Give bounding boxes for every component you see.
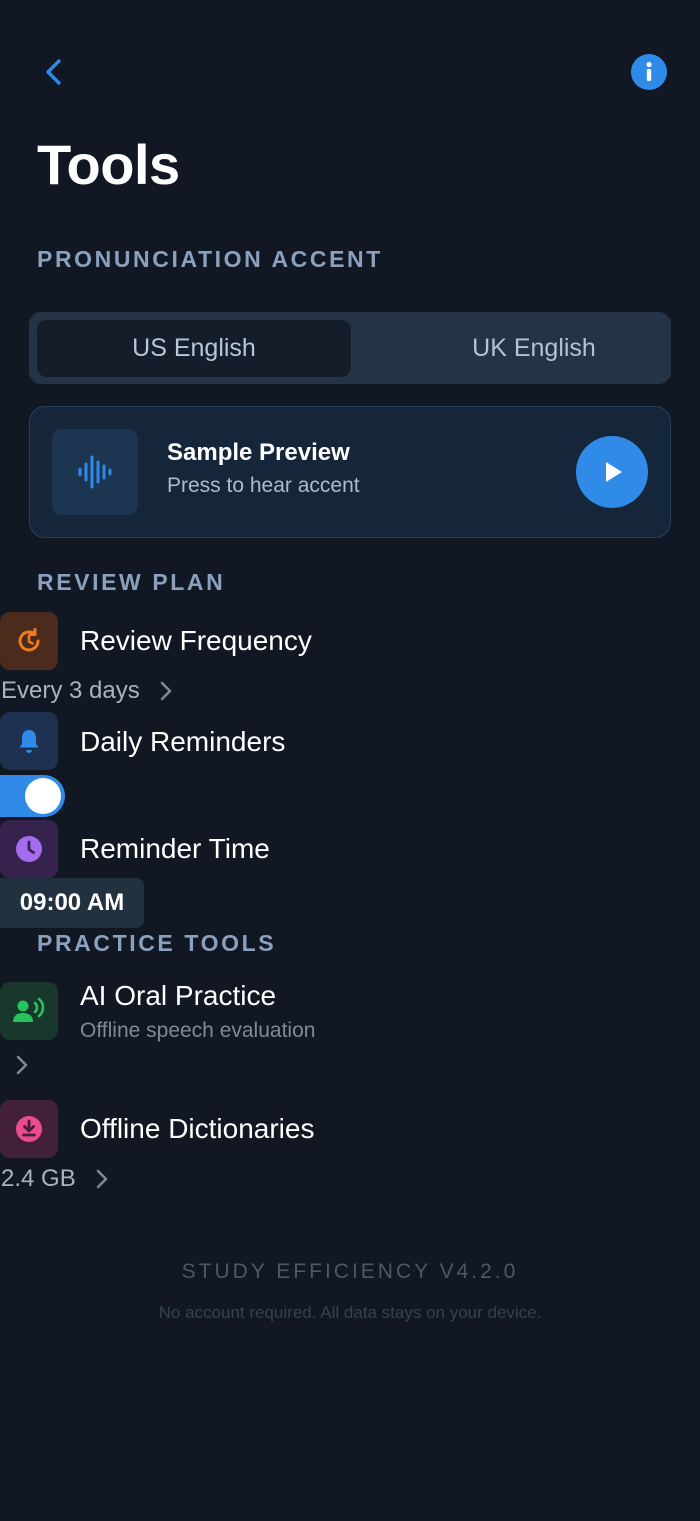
review-frequency-row[interactable]: Every 3 days [1, 676, 174, 706]
daily-reminders-toggle[interactable] [0, 775, 65, 817]
tools-screen: Tools PRONUNCIATION ACCENT US English UK… [0, 0, 700, 1521]
privacy-note: No account required. All data stays on y… [158, 1303, 542, 1322]
section-label-review-plan: REVIEW PLAN [37, 569, 226, 595]
chevron-right-icon [160, 681, 172, 701]
ai-oral-practice-label: AI Oral Practice [80, 980, 277, 1011]
section-label-practice-tools: PRACTICE TOOLS [37, 930, 277, 956]
clock-icon [0, 820, 58, 878]
download-icon [0, 1100, 58, 1158]
page-title: Tools [37, 133, 180, 196]
toggle-knob [25, 778, 61, 814]
accent-segmented-control: US English UK English [29, 312, 671, 384]
offline-dictionaries-label: Offline Dictionaries [80, 1113, 315, 1144]
accent-option-uk[interactable]: UK English [377, 320, 691, 377]
back-button[interactable] [34, 52, 74, 92]
reminder-time-label: Reminder Time [80, 833, 270, 864]
ai-oral-practice-subtitle: Offline speech evaluation [80, 1019, 316, 1042]
play-button[interactable] [576, 436, 648, 508]
app-version: STUDY EFFICIENCY V4.2.0 [181, 1260, 519, 1283]
preview-title: Sample Preview [167, 439, 350, 466]
reminder-time-value[interactable]: 09:00 AM [0, 878, 144, 928]
review-frequency-value: Every 3 days [1, 677, 140, 704]
offline-dictionaries-value: 2.4 GB [1, 1165, 76, 1192]
ai-oral-practice-row[interactable] [14, 1054, 30, 1076]
sample-preview-card[interactable]: Sample Preview Press to hear accent [29, 406, 671, 538]
daily-reminders-label: Daily Reminders [80, 726, 286, 757]
preview-subtitle: Press to hear accent [167, 474, 360, 497]
section-label-pronunciation: PRONUNCIATION ACCENT [37, 246, 383, 272]
chevron-right-icon [16, 1055, 28, 1075]
info-button[interactable] [631, 54, 667, 90]
review-frequency-label: Review Frequency [80, 625, 312, 656]
speaking-person-icon [0, 982, 58, 1040]
chevron-left-icon [46, 59, 61, 85]
accent-option-us[interactable]: US English [37, 320, 351, 377]
play-icon [606, 462, 622, 482]
info-icon [646, 61, 652, 81]
offline-dictionaries-row[interactable]: 2.4 GB [1, 1164, 110, 1194]
chevron-right-icon [96, 1169, 108, 1189]
refresh-clock-icon [0, 612, 58, 670]
bell-icon [0, 712, 58, 770]
audio-wave-icon [52, 429, 138, 515]
